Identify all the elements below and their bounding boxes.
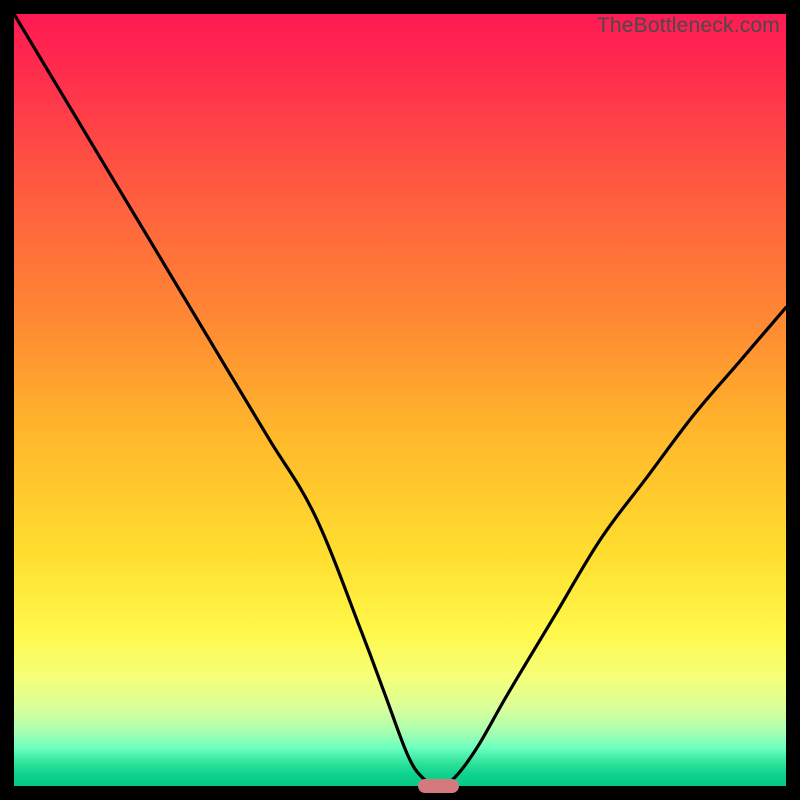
chart-plot-area: TheBottleneck.com <box>14 14 786 786</box>
bottleneck-curve <box>14 14 786 786</box>
optimum-marker <box>418 779 460 793</box>
bottleneck-curve-path <box>14 14 786 786</box>
chart-frame: TheBottleneck.com <box>0 0 800 800</box>
